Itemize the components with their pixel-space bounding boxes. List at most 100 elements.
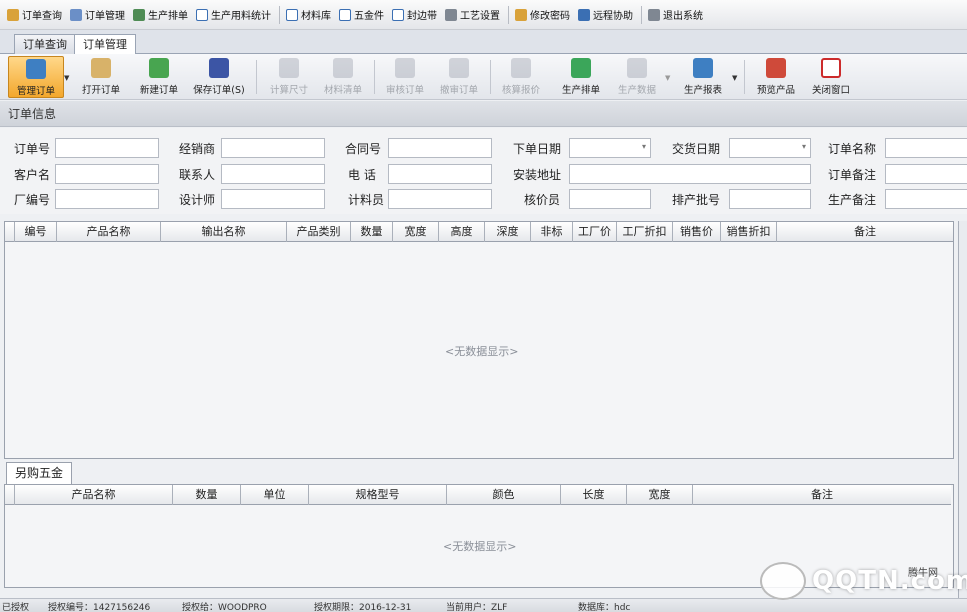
close-window-icon (821, 58, 841, 78)
column-header[interactable]: 编号 (15, 222, 57, 242)
label-customer-name: 客户名 (14, 168, 51, 182)
menu-order-query[interactable]: 订单查询 (4, 4, 65, 26)
menu-exit[interactable]: 退出系统 (645, 4, 706, 26)
column-header[interactable]: 宽度 (393, 222, 439, 242)
chevron-down-icon[interactable]: ▼ (64, 74, 69, 82)
menu-process-settings[interactable]: 工艺设置 (442, 4, 503, 26)
designer-input[interactable] (221, 189, 325, 209)
column-header[interactable]: 数量 (351, 222, 393, 242)
phone-input[interactable] (388, 164, 492, 184)
unaudit-order-button[interactable]: 撤审订单 (432, 56, 486, 98)
column-header[interactable]: 产品类别 (287, 222, 351, 242)
factory-no-input[interactable] (55, 189, 159, 209)
contract-no-input[interactable] (388, 138, 492, 158)
calc-size-button[interactable]: 计算尺寸 (262, 56, 316, 98)
contact-input[interactable] (221, 164, 325, 184)
tab-order-manage[interactable]: 订单管理 (74, 34, 136, 55)
production-remark-input[interactable] (885, 189, 967, 209)
column-header[interactable]: 产品名称 (15, 485, 173, 505)
key-icon (515, 8, 527, 21)
label-dealer: 经销商 (179, 142, 216, 156)
column-header[interactable]: 销售折扣 (721, 222, 777, 242)
label-install-address: 安装地址 (513, 168, 562, 182)
status-authorized: 已授权 (2, 603, 30, 612)
watermark-brand: QQTN.com (812, 566, 967, 596)
order-no-input[interactable] (55, 138, 159, 158)
batch-no-input[interactable] (729, 189, 811, 209)
menu-material-library[interactable]: 材料库 (283, 4, 334, 26)
production-data-icon (627, 58, 647, 78)
column-header[interactable]: 长度 (561, 485, 627, 505)
save-order-button[interactable]: 保存订单(S) (188, 56, 250, 98)
column-header[interactable]: 数量 (173, 485, 241, 505)
delivery-date-picker[interactable] (729, 138, 811, 158)
menu-material-stats[interactable]: 生产用料统计 (193, 4, 274, 26)
column-header[interactable]: 备注 (693, 485, 951, 505)
order-date-picker[interactable] (569, 138, 651, 158)
install-address-input[interactable] (569, 164, 811, 184)
new-order-button[interactable]: 新建订单 (132, 56, 186, 98)
toolbar-separator (256, 60, 257, 94)
menu-edge-band[interactable]: 封边带 (389, 4, 440, 26)
products-grid[interactable]: 编号 产品名称 输出名称 产品类别 数量 宽度 高度 深度 非标 工厂价 工厂折… (4, 221, 954, 459)
audit-order-button[interactable]: 审核订单 (378, 56, 432, 98)
material-library-icon (286, 8, 298, 21)
label-order-no: 订单号 (14, 142, 51, 156)
production-report-button[interactable]: 生产报表 (676, 56, 730, 98)
production-data-button[interactable]: 生产数据 (610, 56, 664, 98)
column-header[interactable]: 备注 (777, 222, 953, 242)
edge-band-icon (392, 8, 404, 21)
column-header[interactable]: 工厂价 (573, 222, 617, 242)
chevron-down-icon[interactable]: ▼ (732, 74, 737, 82)
order-query-icon (7, 8, 19, 21)
column-header[interactable]: 深度 (485, 222, 531, 242)
column-header[interactable]: 非标 (531, 222, 573, 242)
material-list-button[interactable]: 材料清单 (316, 56, 370, 98)
order-name-input[interactable] (885, 138, 967, 158)
calc-size-icon (279, 58, 299, 78)
column-header[interactable]: 宽度 (627, 485, 693, 505)
column-header[interactable]: 工厂折扣 (617, 222, 673, 242)
label-designer: 设计师 (179, 193, 216, 207)
column-header[interactable]: 销售价 (673, 222, 721, 242)
column-header[interactable]: 单位 (241, 485, 309, 505)
hardware-grid-empty-message: <无数据显示> (443, 540, 517, 553)
column-header[interactable]: 输出名称 (161, 222, 287, 242)
label-delivery-date: 交货日期 (672, 142, 721, 156)
tab-extra-hardware[interactable]: 另购五金 (6, 462, 73, 484)
manage-order-button[interactable]: 管理订单 (8, 56, 64, 98)
order-info-form: 订单号 经销商 合同号 下单日期 交货日期 订单名称 客户名 联系人 电 话 安… (0, 128, 967, 214)
right-side-panel (958, 221, 967, 611)
menu-remote-assist[interactable]: 远程协助 (575, 4, 636, 26)
label-phone: 电 话 (348, 168, 376, 182)
label-order-date: 下单日期 (513, 142, 562, 156)
menu-production-schedule[interactable]: 生产排单 (130, 4, 191, 26)
order-remark-input[interactable] (885, 164, 967, 184)
counter-input[interactable] (388, 189, 492, 209)
material-list-icon (333, 58, 353, 78)
section-title-order-info: 订单信息 (0, 101, 967, 127)
status-licensee: 授权给：WOODPRO (182, 603, 267, 612)
label-pricer: 核价员 (524, 193, 561, 207)
preview-product-button[interactable]: 预览产品 (750, 56, 802, 98)
pricer-input[interactable] (569, 189, 651, 209)
column-header[interactable]: 产品名称 (57, 222, 161, 242)
customer-name-input[interactable] (55, 164, 159, 184)
column-header[interactable]: 颜色 (447, 485, 561, 505)
chevron-down-icon[interactable]: ▼ (665, 74, 670, 82)
column-header[interactable]: 高度 (439, 222, 485, 242)
menu-hardware[interactable]: 五金件 (336, 4, 387, 26)
dealer-input[interactable] (221, 138, 325, 158)
schedule-icon (571, 58, 591, 78)
menu-separator (508, 5, 509, 24)
tab-order-query[interactable]: 订单查询 (14, 34, 76, 54)
manage-order-icon (26, 59, 46, 79)
open-order-button[interactable]: 打开订单 (74, 56, 128, 98)
exit-icon (648, 8, 660, 21)
close-window-button[interactable]: 关闭窗口 (806, 56, 856, 98)
column-header[interactable]: 规格型号 (309, 485, 447, 505)
quote-button[interactable]: 核算报价 (494, 56, 548, 98)
production-schedule-button[interactable]: 生产排单 (554, 56, 608, 98)
menu-order-manage[interactable]: 订单管理 (67, 4, 128, 26)
menu-change-password[interactable]: 修改密码 (512, 4, 573, 26)
